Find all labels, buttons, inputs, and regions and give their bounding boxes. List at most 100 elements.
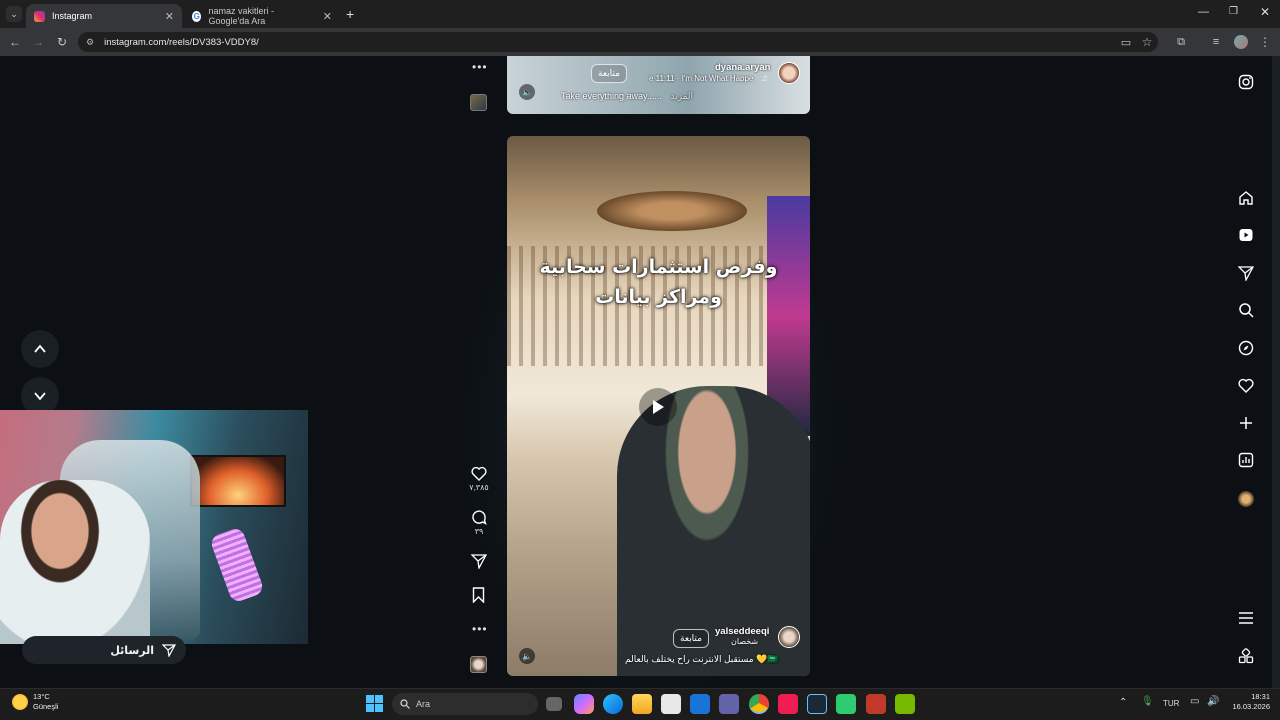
audio-thumbnail[interactable] (470, 656, 487, 673)
tab-label: namaz vakitleri - Google'da Ara (208, 6, 274, 26)
overlay-text-line-2: ومراكز بيانات (595, 286, 722, 308)
bookmark-icon (472, 587, 485, 603)
teams-icon[interactable] (719, 694, 739, 714)
webcam-overlay (0, 410, 308, 644)
like-action[interactable]: ٧,٣٨٥ (466, 466, 492, 492)
instagram-logo-icon[interactable] (1235, 71, 1257, 93)
home-icon[interactable] (1235, 187, 1257, 209)
previous-reel-button[interactable] (21, 330, 59, 368)
weather-temp: 13°C (33, 692, 50, 701)
language-indicator[interactable]: TUR (1163, 699, 1179, 708)
reload-icon[interactable]: ↻ (53, 33, 71, 51)
cast-icon[interactable]: ▭ (1117, 33, 1135, 51)
microphone (209, 526, 265, 604)
media-control-icon[interactable]: ≡ (1207, 33, 1225, 51)
tray-chevron-icon[interactable]: ⌃ (1119, 697, 1127, 708)
profile-avatar[interactable] (1234, 35, 1248, 49)
forward-icon[interactable]: → (29, 33, 47, 51)
comment-action[interactable]: ٣٩ (466, 509, 492, 536)
tab-google-search[interactable]: G namaz vakitleri - Google'da Ara ✕ (184, 4, 340, 28)
username[interactable]: dyana.aryan (715, 62, 770, 73)
edge-icon[interactable] (603, 694, 623, 714)
address-bar[interactable]: ⚙ instagram.com/reels/DV383-VDDY8/ (78, 32, 1158, 52)
close-window-button[interactable]: ✕ (1260, 5, 1270, 19)
app-green-icon[interactable] (836, 694, 856, 714)
nvidia-icon[interactable] (895, 694, 915, 714)
direct-messages-icon[interactable] (1235, 262, 1257, 284)
avatar[interactable] (778, 626, 800, 648)
like-count: ٧,٣٨٥ (469, 483, 489, 492)
previous-reel-card[interactable]: 🔈 متابعة dyana.aryan e 11:11 · I'm Not W… (507, 56, 810, 114)
microphone-tray-icon[interactable]: 🎙 (1141, 696, 1154, 707)
more-options-icon[interactable]: ••• (472, 622, 488, 636)
play-button[interactable] (639, 388, 677, 426)
search-label: Ara (416, 699, 431, 709)
current-reel-video[interactable]: وفرص استثمارات سحابية ومراكز بيانات 🔈 مت… (507, 136, 810, 676)
microsoft-store-icon[interactable] (661, 694, 681, 714)
dashboard-icon[interactable] (1235, 449, 1257, 471)
avatar[interactable] (778, 62, 800, 84)
volume-icon[interactable]: 🔊 (1207, 696, 1219, 707)
restore-button[interactable]: ❐ (1229, 6, 1238, 17)
save-action[interactable] (472, 587, 485, 603)
new-tab-button[interactable]: + (346, 6, 354, 22)
reels-icon[interactable] (1235, 224, 1257, 246)
tiktok-icon[interactable] (778, 694, 798, 714)
task-view-icon[interactable] (546, 697, 562, 711)
scrollbar[interactable] (1272, 56, 1280, 688)
weather-desc: Güneşli (33, 702, 59, 711)
mute-icon[interactable]: 🔈 (519, 648, 535, 664)
bookmark-star-icon[interactable]: ☆ (1138, 33, 1156, 51)
search-icon[interactable] (1235, 299, 1257, 321)
tf-app-icon[interactable] (866, 694, 886, 714)
follow-button[interactable]: متابعة (673, 629, 709, 648)
create-plus-icon[interactable] (1235, 412, 1257, 434)
follow-button[interactable]: متابعة (591, 64, 627, 83)
mute-icon[interactable]: 🔈 (519, 84, 535, 100)
play-icon (653, 400, 664, 414)
time: 18:31 (1251, 692, 1270, 701)
messages-label: الرسائل (110, 644, 154, 657)
network-icon[interactable]: ▭ (1190, 696, 1199, 707)
username[interactable]: yalseddeeqi (715, 626, 769, 637)
instagram-favicon-icon (34, 10, 45, 22)
site-info-icon[interactable]: ⚙ (86, 37, 94, 48)
also-from-meta-icon[interactable] (1235, 645, 1257, 667)
more-menu-icon[interactable] (1235, 607, 1257, 629)
close-tab-icon[interactable]: ✕ (165, 10, 174, 23)
audio-thumbnail[interactable] (470, 94, 487, 111)
search-icon (400, 699, 410, 709)
notifications-heart-icon[interactable] (1235, 374, 1257, 396)
more-link[interactable]: المزيد (670, 91, 693, 101)
heart-icon (471, 466, 487, 481)
share-action[interactable] (471, 553, 487, 569)
music-note-icon: ♫ (761, 73, 768, 83)
close-tab-icon[interactable]: ✕ (323, 10, 332, 23)
share-icon (471, 554, 487, 569)
collab-subtitle[interactable]: شخصان (731, 637, 758, 646)
weather-widget[interactable]: 13°C Güneşli (12, 692, 58, 712)
more-options-icon[interactable]: ••• (472, 60, 488, 74)
copilot-icon[interactable] (574, 694, 594, 714)
chevron-down-icon (34, 392, 46, 401)
minimize-button[interactable]: — (1198, 6, 1209, 18)
instagram-reels-page: الرسائل ••• 🔈 متابعة dyana.aryan e 11:11… (0, 56, 1280, 688)
chrome-icon[interactable] (749, 694, 769, 714)
outlook-icon[interactable] (690, 694, 710, 714)
google-favicon-icon: G (192, 10, 202, 22)
extensions-icon[interactable]: ⧉ (1172, 33, 1190, 51)
taskbar-search-box[interactable]: Ara (392, 693, 538, 715)
song-label[interactable]: e 11:11 · I'm Not What Happe (649, 74, 753, 83)
tab-instagram[interactable]: Instagram ✕ (26, 4, 182, 28)
explore-icon[interactable] (1235, 337, 1257, 359)
browser-menu-icon[interactable]: ⋮ (1256, 33, 1274, 51)
back-icon[interactable]: ← (6, 33, 24, 51)
tab-search-icon[interactable]: ⌄ (6, 6, 22, 22)
messages-bar[interactable]: الرسائل (22, 636, 186, 664)
clock[interactable]: 18:31 16.03.2026 (1226, 692, 1270, 712)
steam-icon[interactable] (807, 694, 827, 714)
file-explorer-icon[interactable] (632, 694, 652, 714)
profile-avatar[interactable] (1238, 491, 1254, 507)
sun-icon (12, 694, 28, 710)
start-button[interactable] (366, 695, 383, 712)
